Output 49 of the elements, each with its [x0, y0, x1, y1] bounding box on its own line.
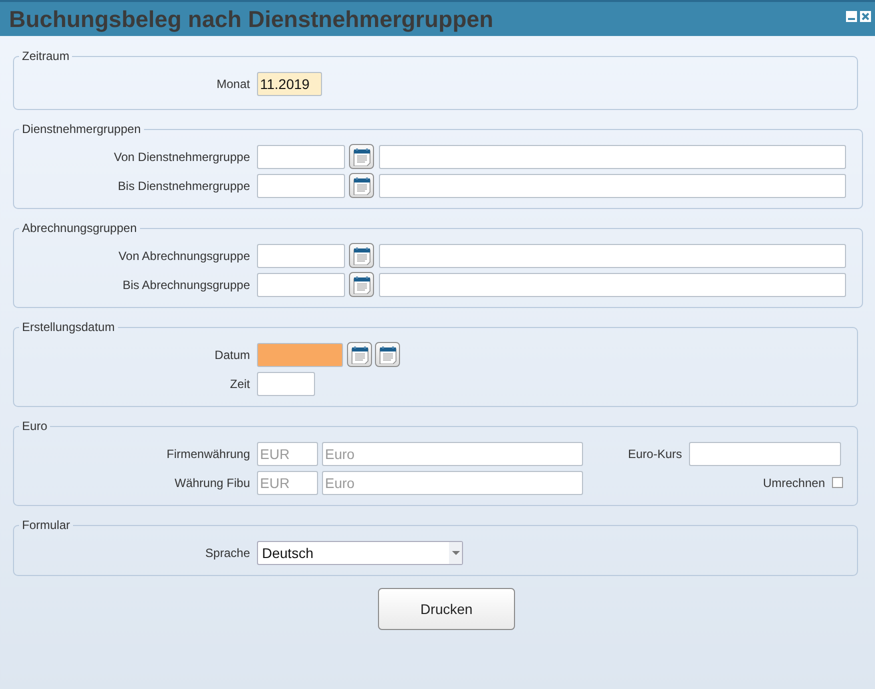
field-label: Zeit: [228, 376, 250, 390]
section-title: Euro: [21, 419, 48, 433]
minimize-icon[interactable]: [846, 11, 857, 22]
calendar-button[interactable]: [375, 342, 400, 367]
calendar-icon: [352, 148, 370, 166]
field-label: Sprache: [204, 546, 250, 560]
field-label: Firmenwährung: [166, 446, 250, 460]
input-field[interactable]: [689, 442, 841, 466]
dropdown[interactable]: Deutsch: [257, 540, 463, 564]
input-field[interactable]: [379, 144, 846, 168]
input-field[interactable]: [257, 342, 343, 366]
input-field[interactable]: [257, 144, 345, 168]
input-field[interactable]: [257, 244, 345, 268]
section-title: Formular: [21, 518, 72, 532]
calendar-button[interactable]: [349, 243, 374, 268]
field-label: Von Abrechnungsgruppe: [118, 248, 250, 262]
section-title: Zeitraum: [21, 49, 70, 63]
input-field[interactable]: [379, 272, 846, 296]
caret-icon: [449, 542, 462, 564]
calendar-icon: [352, 246, 370, 264]
field-label: Euro-Kurs: [628, 446, 682, 460]
calendar-icon: [378, 346, 396, 364]
checkbox[interactable]: [832, 477, 843, 488]
section-title: Erstellungsdatum: [21, 320, 116, 334]
field-label: Monat: [216, 76, 250, 90]
calendar-button[interactable]: [349, 173, 374, 198]
print-button[interactable]: Drucken: [378, 588, 515, 630]
section-title: Dienstnehmergruppen: [21, 122, 142, 136]
field-label: Von Dienstnehmergruppe: [112, 150, 250, 164]
calendar-button[interactable]: [349, 272, 374, 297]
field-label: Bis Abrechnungsgruppe: [122, 278, 250, 292]
calendar-button[interactable]: [349, 144, 374, 169]
input-field[interactable]: [379, 244, 846, 268]
calendar-icon: [352, 176, 370, 194]
close-icon[interactable]: [860, 11, 871, 22]
field-label: Bis Dienstnehmergruppe: [116, 178, 250, 192]
calendar-button[interactable]: [347, 342, 372, 367]
input-field[interactable]: [379, 174, 846, 198]
field-label: Währung Fibu: [174, 476, 250, 490]
calendar-icon: [350, 346, 368, 364]
field-label: Datum: [214, 348, 250, 362]
input-field[interactable]: [257, 372, 315, 396]
input-field[interactable]: 11.2019: [257, 72, 322, 96]
field-label: Umrechnen: [762, 476, 825, 490]
input-field[interactable]: [257, 272, 345, 296]
window-title: Buchungsbeleg nach Dienstnehmergruppen: [9, 6, 494, 32]
calendar-icon: [352, 276, 370, 294]
input-field[interactable]: [257, 174, 345, 198]
section-title: Abrechnungsgruppen: [21, 221, 138, 235]
